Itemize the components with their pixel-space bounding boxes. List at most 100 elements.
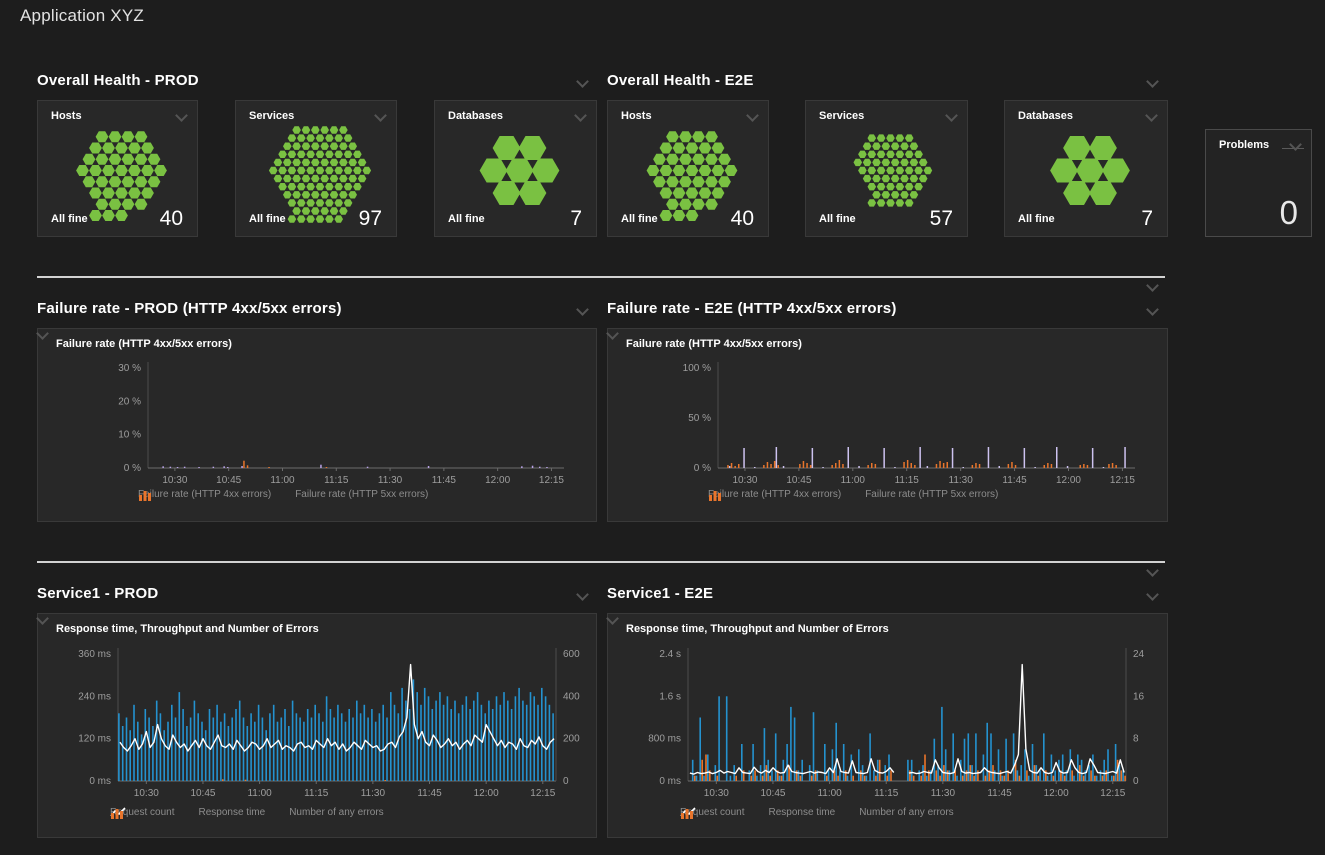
service1-prod-chart[interactable]: Response time, Throughput and Number of …	[37, 613, 597, 838]
y-axis-right-tick-label: 8	[1133, 734, 1139, 745]
entity-count: 97	[359, 207, 382, 231]
healthy-hexagon	[311, 143, 320, 150]
healthy-hexagon	[306, 134, 315, 141]
x-axis-tick-label: 11:30	[378, 475, 403, 486]
legend-item[interactable]: Response time	[769, 807, 836, 818]
y-axis-tick-label: 30 %	[118, 363, 141, 374]
legend-item[interactable]: Failure rate (HTTP 5xx errors)	[295, 489, 428, 500]
healthy-hexagon	[89, 188, 102, 199]
tile-label: Services	[249, 110, 294, 122]
healthy-hexagon	[115, 165, 128, 176]
healthy-hexagon	[712, 165, 725, 176]
bar-series-icon	[680, 807, 696, 819]
y-axis-tick-label: 10 %	[118, 430, 141, 441]
x-axis-tick-label: 12:00	[1056, 475, 1081, 486]
chevron-down-icon[interactable]	[1146, 588, 1159, 601]
legend-item[interactable]: Number of any errors	[859, 807, 953, 818]
healthy-hexagon	[102, 188, 115, 199]
x-axis-tick-label: 11:15	[895, 475, 920, 486]
healthy-hexagon	[283, 191, 292, 198]
healthy-hexagon	[344, 151, 353, 158]
y-axis-tick-label: 800 ms	[648, 734, 681, 745]
legend-item[interactable]: Number of any errors	[289, 807, 383, 818]
healthy-hexagon	[102, 143, 115, 154]
healthy-hexagon	[493, 181, 521, 205]
health-tile-services-prod[interactable]: Services All fine 97	[235, 100, 397, 237]
chevron-down-icon[interactable]	[1146, 279, 1159, 292]
health-tile-databases-prod[interactable]: Databases All fine 7	[434, 100, 597, 237]
legend-label: Failure rate (HTTP 5xx errors)	[295, 489, 428, 500]
healthy-hexagon	[363, 167, 372, 174]
healthy-hexagon	[135, 154, 148, 165]
healthy-hexagon	[868, 134, 877, 141]
section-service1-prod: Service1 - PROD	[37, 585, 158, 602]
chevron-down-icon[interactable]	[1146, 303, 1159, 316]
x-axis-tick-label: 12:00	[1044, 788, 1069, 799]
status-text: All fine	[1018, 213, 1055, 225]
healthy-hexagon	[297, 134, 306, 141]
healthy-hexagon	[339, 126, 348, 133]
healthy-hexagon	[666, 176, 679, 187]
healthy-hexagon	[302, 143, 311, 150]
healthy-hexagon	[311, 207, 320, 214]
healthy-hexagon	[910, 159, 919, 166]
healthy-hexagon	[320, 126, 329, 133]
healthy-hexagon	[868, 167, 877, 174]
healthy-hexagon	[115, 188, 128, 199]
y-axis-tick-label: 360 ms	[78, 649, 111, 660]
section-overall-health-prod: Overall Health - PROD	[37, 72, 199, 89]
healthy-hexagon	[135, 131, 148, 142]
chevron-down-icon[interactable]	[1146, 564, 1159, 577]
healthy-hexagon	[896, 151, 905, 158]
healthy-hexagon	[1063, 181, 1091, 205]
legend-item[interactable]: Failure rate (HTTP 5xx errors)	[865, 489, 998, 500]
dashboard-title: Application XYZ	[20, 6, 144, 26]
healthy-hexagon	[288, 134, 297, 141]
healthy-hexagon	[348, 143, 357, 150]
chevron-down-icon[interactable]	[576, 75, 589, 88]
y-axis-right-tick-label: 600	[563, 649, 580, 660]
x-axis-tick-label: 12:15	[1110, 475, 1135, 486]
healthy-hexagon	[705, 176, 718, 187]
healthy-hexagon	[358, 159, 367, 166]
healthy-hexagon	[330, 191, 339, 198]
healthy-hexagon	[699, 165, 712, 176]
healthy-hexagon	[128, 188, 141, 199]
bar-series	[243, 461, 327, 468]
health-tile-databases-e2e[interactable]: Databases All fine 7	[1004, 100, 1168, 237]
healthy-hexagon	[320, 143, 329, 150]
healthy-hexagon	[877, 183, 886, 190]
x-axis-tick-label: 10:30	[704, 788, 729, 799]
healthy-hexagon	[673, 210, 686, 221]
service1-e2e-chart[interactable]: Response time, Throughput and Number of …	[607, 613, 1168, 838]
healthy-hexagon	[102, 165, 115, 176]
chevron-down-icon[interactable]	[1146, 75, 1159, 88]
legend-item[interactable]: Failure rate (HTTP 4xx errors)	[708, 489, 841, 500]
chevron-down-icon[interactable]	[576, 588, 589, 601]
legend-label: Failure rate (HTTP 4xx errors)	[708, 489, 841, 500]
chart-canvas: 2.4 s1.6 s800 ms0 ms24168010:3010:4511:0…	[608, 614, 1167, 837]
healthy-hexagon	[900, 191, 909, 198]
healthy-hexagon	[325, 199, 334, 206]
health-tile-hosts-prod[interactable]: Hosts All fine 40	[37, 100, 198, 237]
problems-tile[interactable]: Problems 0	[1205, 129, 1312, 237]
health-tile-hosts-e2e[interactable]: Hosts All fine 40	[607, 100, 769, 237]
failure-rate-prod-chart[interactable]: Failure rate (HTTP 4xx/5xx errors) 30 %2…	[37, 328, 597, 522]
healthy-hexagon	[288, 183, 297, 190]
failure-rate-e2e-chart[interactable]: Failure rate (HTTP 4xx/5xx errors) 100 %…	[607, 328, 1168, 522]
healthy-hexagon	[348, 159, 357, 166]
healthy-hexagon	[868, 151, 877, 158]
legend-item[interactable]: Response time	[199, 807, 266, 818]
chevron-down-icon[interactable]	[576, 303, 589, 316]
y-axis-right-tick-label: 0	[1133, 776, 1139, 787]
healthy-hexagon	[863, 159, 872, 166]
healthy-hexagon	[914, 167, 923, 174]
healthy-hexagon	[311, 159, 320, 166]
healthy-hexagon	[278, 151, 287, 158]
healthy-hexagon	[353, 151, 362, 158]
x-axis-tick-label: 11:45	[987, 788, 1012, 799]
x-axis-tick-label: 11:30	[931, 788, 956, 799]
legend-item[interactable]: Failure rate (HTTP 4xx errors)	[138, 489, 271, 500]
healthy-hexagon	[316, 167, 325, 174]
health-tile-services-e2e[interactable]: Services All fine 57	[805, 100, 968, 237]
